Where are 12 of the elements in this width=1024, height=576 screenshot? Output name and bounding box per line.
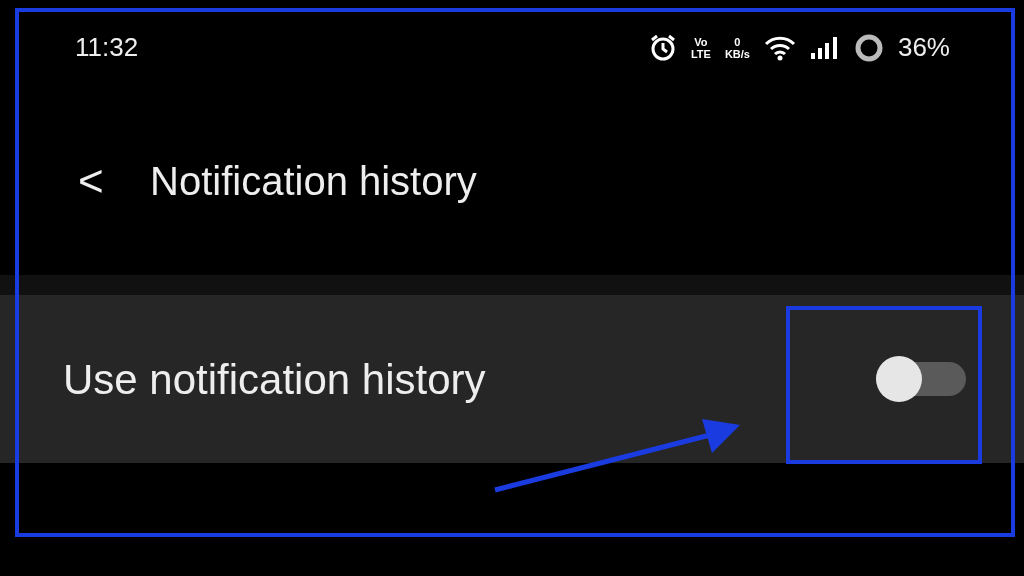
toggle-switch[interactable] bbox=[876, 357, 966, 401]
setting-label: Use notification history bbox=[63, 354, 486, 405]
battery-ring-icon bbox=[853, 32, 884, 63]
alarm-clock-icon bbox=[648, 33, 677, 62]
volte-indicator: Vo LTE bbox=[690, 35, 711, 60]
network-speed: 0 KB/s bbox=[724, 35, 750, 60]
battery-percentage: 36% bbox=[897, 31, 950, 64]
back-button[interactable]: < bbox=[78, 159, 150, 203]
wifi-icon bbox=[763, 34, 796, 61]
status-time: 11:32 bbox=[75, 31, 139, 64]
signal-icon bbox=[809, 35, 840, 60]
page-title: Notification history bbox=[150, 158, 477, 205]
